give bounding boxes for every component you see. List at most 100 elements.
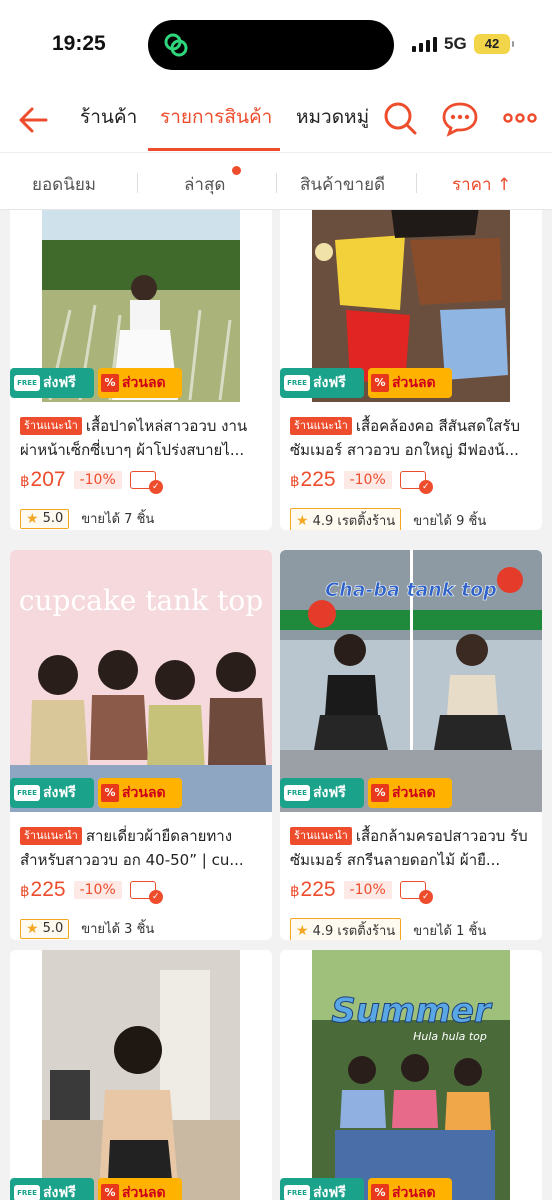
voucher-icon	[129, 471, 163, 494]
percent-icon: %	[101, 784, 119, 802]
divider	[137, 173, 138, 193]
product-image: Cha-ba tank top	[280, 550, 542, 812]
percent-icon: %	[101, 374, 119, 392]
price-row: ฿225 -10%	[20, 876, 262, 904]
discount-badge: % ส่วนลด	[98, 778, 182, 808]
product-info: ร้านแนะนำ เสื้อกล้ามครอปสาวอวบ รับซัมเมอร…	[290, 824, 532, 940]
discount-badge: % ส่วนลด	[98, 1178, 182, 1200]
product-image	[10, 950, 272, 1200]
search-icon[interactable]	[380, 98, 420, 138]
star-icon: ★	[296, 512, 309, 529]
price-row: ฿225 -10%	[290, 466, 532, 494]
truck-icon: FREE	[284, 375, 310, 391]
product-price: ฿225	[20, 878, 66, 901]
voucher-icon	[129, 881, 163, 904]
product-info: ร้านแนะนำ เสื้อคล้องคอ สีสันสดใสรับซัมเมอ…	[290, 414, 532, 530]
recommended-tag: ร้านแนะนำ	[290, 417, 352, 435]
sort-latest[interactable]: ล่าสุด	[184, 171, 225, 198]
product-info: ร้านแนะนำ เสื้อปาดไหล่สาวอวบ งานผ่าหน้าเซ…	[20, 414, 262, 529]
rating-badge: ★ 4.9 เรตติ้งร้าน	[290, 508, 402, 530]
discount-badge: % ส่วนลด	[368, 1178, 452, 1200]
price-row: ฿207 -10%	[20, 466, 262, 494]
product-grid: FREE ส่งฟรี % ส่วนลด ร้านแนะนำ เสื้อปาดไหล่…	[0, 210, 552, 1200]
product-meta: ★ 4.9 เรตติ้งร้าน ขายได้ 9 ชิ้น	[290, 508, 532, 530]
link-app-icon	[164, 33, 188, 57]
truck-icon: FREE	[14, 785, 40, 801]
discount-badge: % ส่วนลด	[368, 368, 452, 398]
product-meta: ★ 5.0 ขายได้ 3 ชิ้น	[20, 918, 262, 939]
product-image: cupcake tank top	[10, 550, 272, 812]
promo-badges: FREE ส่งฟรี % ส่วนลด	[10, 1178, 182, 1200]
signal-icon	[412, 36, 437, 52]
truck-icon: FREE	[284, 1185, 310, 1200]
product-card[interactable]: FREE ส่งฟรี % ส่วนลด ร้านแนะนำ เสื้อปาดไหล่…	[10, 210, 272, 530]
image-caption: Cha-ba tank top	[325, 579, 497, 601]
tab-shop[interactable]: ร้านค้า	[80, 102, 137, 132]
rating-badge: ★ 5.0	[20, 918, 70, 939]
back-arrow-icon[interactable]	[16, 100, 52, 140]
sort-price[interactable]: ราคา ↑	[452, 171, 511, 198]
product-image: Summer Hula hula top	[280, 950, 542, 1200]
sold-count: ขายได้ 3 ชิ้น	[81, 922, 155, 937]
discount-label: -10%	[73, 471, 122, 489]
sold-count: ขายได้ 1 ชิ้น	[413, 924, 487, 939]
free-shipping-badge: FREE ส่งฟรี	[280, 368, 364, 398]
product-title: ร้านแนะนำ สายเดี่ยวผ้ายืดลายทาง สำหรับสาว…	[20, 827, 244, 869]
sold-count: ขายได้ 9 ชิ้น	[413, 514, 487, 529]
product-card[interactable]: cupcake tank top FREE ส่งฟรี % ส่วนลด ร้าน…	[10, 550, 272, 940]
truck-icon: FREE	[14, 1185, 40, 1200]
product-card[interactable]: Cha-ba tank top FREE ส่งฟรี % ส่วนลด ร้านแ…	[280, 550, 542, 940]
product-title: ร้านแนะนำ เสื้อกล้ามครอปสาวอวบ รับซัมเมอร…	[290, 827, 528, 869]
tab-products[interactable]: รายการสินค้า	[160, 102, 272, 132]
free-shipping-badge: FREE ส่งฟรี	[280, 778, 364, 808]
free-shipping-badge: FREE ส่งฟรี	[10, 1178, 94, 1200]
rating-badge: ★ 4.9 เรตติ้งร้าน	[290, 918, 402, 940]
dynamic-island	[148, 20, 394, 70]
star-icon: ★	[296, 922, 309, 939]
product-card[interactable]: FREE ส่งฟรี % ส่วนลด ร้านแนะนำ เสื้อคล้องคอ…	[280, 210, 542, 530]
sold-count: ขายได้ 7 ชิ้น	[81, 512, 155, 527]
sort-popular[interactable]: ยอดนิยม	[32, 171, 96, 198]
truck-icon: FREE	[284, 785, 310, 801]
promo-badges: FREE ส่งฟรี % ส่วนลด	[280, 368, 452, 398]
tab-categories[interactable]: หมวดหมู่	[296, 102, 369, 132]
product-info: ร้านแนะนำ สายเดี่ยวผ้ายืดลายทาง สำหรับสาว…	[20, 824, 262, 939]
promo-badges: FREE ส่งฟรี % ส่วนลด	[10, 778, 182, 808]
product-title: ร้านแนะนำ เสื้อคล้องคอ สีสันสดใสรับซัมเมอ…	[290, 417, 521, 459]
recommended-tag: ร้านแนะนำ	[290, 827, 352, 845]
product-meta: ★ 5.0 ขายได้ 7 ชิ้น	[20, 508, 262, 529]
product-card[interactable]: Summer Hula hula top FREE ส่งฟรี % ส่วนลด	[280, 950, 542, 1200]
active-tab-indicator	[148, 148, 280, 151]
free-shipping-badge: FREE ส่งฟรี	[10, 778, 94, 808]
divider	[416, 173, 417, 193]
voucher-icon	[399, 471, 433, 494]
shop-nav-bar: ร้านค้า รายการสินค้า หมวดหมู่	[0, 88, 552, 152]
rating-badge: ★ 5.0	[20, 508, 70, 529]
product-card[interactable]: FREE ส่งฟรี % ส่วนลด	[10, 950, 272, 1200]
star-icon: ★	[26, 510, 39, 527]
image-caption: cupcake tank top	[19, 584, 263, 617]
truck-icon: FREE	[14, 375, 40, 391]
product-title: ร้านแนะนำ เสื้อปาดไหล่สาวอวบ งานผ่าหน้าเซ…	[20, 417, 248, 459]
recommended-tag: ร้านแนะนำ	[20, 417, 82, 435]
sort-bar: ยอดนิยม ล่าสุด สินค้าขายดี ราคา ↑	[0, 152, 552, 210]
discount-badge: % ส่วนลด	[98, 368, 182, 398]
product-meta: ★ 4.9 เรตติ้งร้าน ขายได้ 1 ชิ้น	[290, 918, 532, 940]
new-indicator-dot	[232, 166, 241, 175]
promo-badges: FREE ส่งฟรี % ส่วนลด	[280, 1178, 452, 1200]
star-icon: ★	[26, 920, 39, 937]
voucher-icon	[399, 881, 433, 904]
battery-icon: 42	[474, 34, 514, 54]
discount-label: -10%	[343, 881, 392, 899]
status-bar: 19:25 5G 42	[0, 0, 552, 88]
percent-icon: %	[371, 1184, 389, 1200]
percent-icon: %	[371, 374, 389, 392]
percent-icon: %	[371, 784, 389, 802]
chat-icon[interactable]	[440, 98, 480, 138]
recommended-tag: ร้านแนะนำ	[20, 827, 82, 845]
product-price: ฿225	[290, 878, 336, 901]
sort-bestseller[interactable]: สินค้าขายดี	[300, 171, 385, 198]
image-caption: Summer	[331, 991, 493, 1031]
more-icon[interactable]	[500, 98, 540, 138]
promo-badges: FREE ส่งฟรี % ส่วนลด	[10, 368, 182, 398]
